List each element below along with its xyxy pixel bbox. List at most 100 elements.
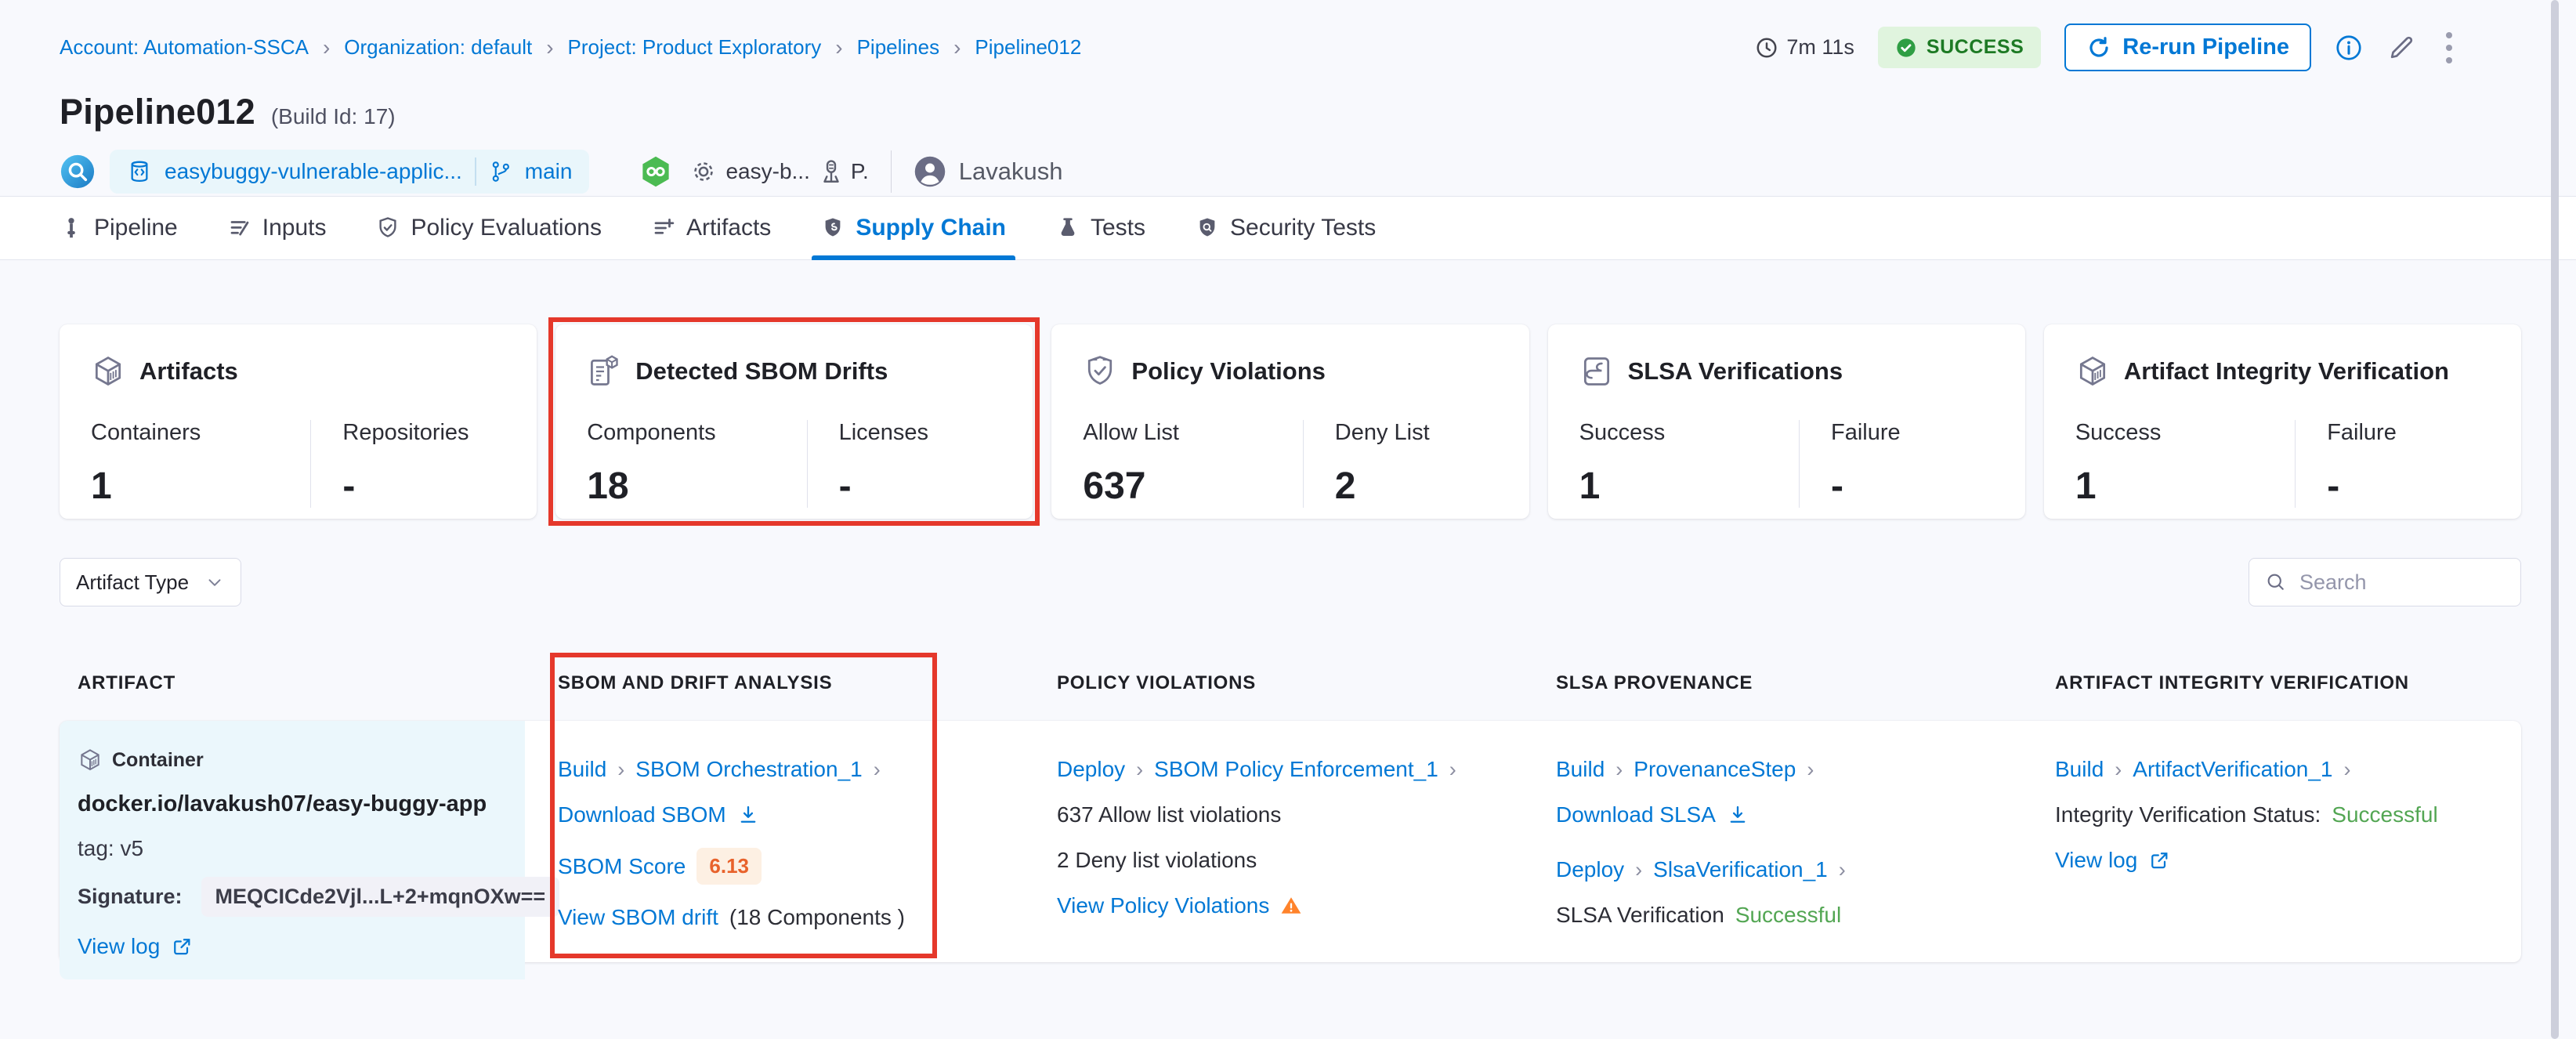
tab-inputs[interactable]: Inputs bbox=[228, 197, 327, 259]
pipeline-icon bbox=[60, 216, 83, 240]
git-branch-icon bbox=[489, 160, 512, 183]
filter-row: Artifact Type bbox=[60, 558, 2521, 606]
artifact-integrity-cell: Build ArtifactVerification_1 Integrity V… bbox=[2022, 721, 2521, 979]
card-title: Artifacts bbox=[139, 357, 238, 386]
search-input[interactable] bbox=[2298, 570, 2505, 596]
artifacts-list-icon bbox=[652, 216, 675, 240]
repo-pill[interactable]: easybuggy-vulnerable-applic... main bbox=[110, 150, 589, 194]
chevron-down-icon bbox=[204, 572, 225, 592]
stat-licenses: Licenses - bbox=[807, 420, 1010, 508]
harness-ci-icon bbox=[639, 154, 672, 189]
chevron-right-icon bbox=[2115, 757, 2122, 782]
chevron-right-icon bbox=[2344, 757, 2351, 782]
chevron-right-icon bbox=[323, 35, 330, 60]
trigger-initial: P. bbox=[851, 159, 869, 184]
column-sbom-drift: SBOM AND DRIFT ANALYSIS bbox=[525, 672, 1024, 694]
tab-bar: Pipeline Inputs Policy Evaluations Artif… bbox=[0, 196, 2576, 260]
chevron-right-icon bbox=[1615, 757, 1623, 782]
stage-link[interactable]: Deploy bbox=[1556, 857, 1624, 882]
sbom-score-link[interactable]: SBOM Score bbox=[558, 854, 686, 879]
artifact-cell: Container docker.io/lavakush07/easy-bugg… bbox=[60, 721, 525, 979]
stage-link[interactable]: Build bbox=[558, 757, 606, 782]
shield-check-icon bbox=[1083, 354, 1117, 389]
artifact-type-select[interactable]: Artifact Type bbox=[60, 558, 241, 606]
stat-label: Deny List bbox=[1335, 420, 1506, 446]
edit-pipeline-button[interactable] bbox=[2386, 33, 2416, 63]
card-title: SLSA Verifications bbox=[1628, 357, 1843, 386]
step-link[interactable]: SBOM Orchestration_1 bbox=[635, 757, 862, 782]
breadcrumb-pipeline012[interactable]: Pipeline012 bbox=[975, 35, 1081, 60]
card-title: Detected SBOM Drifts bbox=[635, 357, 888, 386]
chevron-right-icon bbox=[1449, 757, 1456, 782]
integrity-status: Successful bbox=[2332, 802, 2437, 827]
view-policy-violations-link[interactable]: View Policy Violations bbox=[1057, 893, 1269, 918]
stat-value: 18 bbox=[587, 465, 806, 508]
tab-label: Security Tests bbox=[1230, 215, 1376, 241]
shield-check-icon bbox=[376, 216, 400, 240]
stage-link[interactable]: Build bbox=[1556, 757, 1605, 782]
code-repo-provider-icon bbox=[60, 154, 96, 190]
stat-label: Success bbox=[1579, 420, 1799, 446]
stage-link[interactable]: Build bbox=[2055, 757, 2104, 782]
trigger-name[interactable]: easy-b... bbox=[725, 159, 809, 184]
view-log-link[interactable]: View log bbox=[2055, 848, 2137, 873]
cube-icon bbox=[78, 748, 103, 773]
stat-label: Repositories bbox=[342, 420, 513, 446]
tab-tests[interactable]: Tests bbox=[1056, 197, 1145, 259]
step-link[interactable]: ProvenanceStep bbox=[1634, 757, 1796, 782]
table-row: Container docker.io/lavakush07/easy-bugg… bbox=[60, 721, 2521, 962]
check-circle-icon bbox=[1895, 37, 1917, 59]
more-options-button[interactable] bbox=[2440, 29, 2458, 67]
card-title: Policy Violations bbox=[1131, 357, 1326, 386]
tab-label: Pipeline bbox=[94, 215, 178, 241]
rerun-pipeline-button[interactable]: Re-run Pipeline bbox=[2064, 24, 2311, 71]
tab-artifacts[interactable]: Artifacts bbox=[652, 197, 771, 259]
repository-icon bbox=[127, 159, 152, 184]
column-artifact: ARTIFACT bbox=[60, 672, 525, 694]
slsa-verification-label: SLSA Verification bbox=[1556, 903, 1724, 928]
pill-divider bbox=[475, 157, 476, 186]
tab-supply-chain[interactable]: Supply Chain bbox=[821, 197, 1006, 259]
page-title: Pipeline012 bbox=[60, 92, 255, 132]
view-log-link[interactable]: View log bbox=[78, 934, 160, 959]
artifact-type-label: Artifact Type bbox=[76, 570, 189, 595]
slsa-provenance-cell: Build ProvenanceStep Download SLSA Deplo… bbox=[1523, 721, 2022, 979]
sbom-drift-cell: Build SBOM Orchestration_1 Download SBOM… bbox=[525, 721, 1024, 979]
view-sbom-drift-link[interactable]: View SBOM drift bbox=[558, 905, 718, 930]
download-sbom-link[interactable]: Download SBOM bbox=[558, 802, 726, 827]
inputs-icon bbox=[228, 216, 251, 240]
step-link[interactable]: SBOM Policy Enforcement_1 bbox=[1154, 757, 1438, 782]
slsa-icon bbox=[1579, 354, 1614, 389]
supply-chain-page: Account: Automation-SSCA Organization: d… bbox=[0, 0, 2576, 1039]
artifact-image-name: docker.io/lavakush07/easy-buggy-app bbox=[78, 791, 525, 817]
stat-value: 1 bbox=[2075, 465, 2295, 508]
sbom-score-badge: 6.13 bbox=[696, 848, 762, 885]
run-meta: 7m 11s SUCCESS Re-run Pipeline bbox=[1755, 24, 2458, 71]
breadcrumb-account[interactable]: Account: Automation-SSCA bbox=[60, 35, 309, 60]
info-button[interactable] bbox=[2335, 34, 2363, 62]
step-link[interactable]: ArtifactVerification_1 bbox=[2133, 757, 2332, 782]
artifact-tag: tag: v5 bbox=[78, 836, 525, 861]
branch-name: main bbox=[525, 159, 573, 184]
stage-link[interactable]: Deploy bbox=[1057, 757, 1125, 782]
artifact-view-log: View log bbox=[78, 934, 525, 959]
pencil-icon bbox=[2386, 33, 2416, 63]
download-slsa-link[interactable]: Download SLSA bbox=[1556, 802, 1716, 827]
duration-text: 7m 11s bbox=[1786, 35, 1854, 60]
tab-security-tests[interactable]: Security Tests bbox=[1196, 197, 1376, 259]
breadcrumb-project[interactable]: Project: Product Exploratory bbox=[568, 35, 822, 60]
tab-label: Artifacts bbox=[686, 215, 771, 241]
step-link[interactable]: SlsaVerification_1 bbox=[1653, 857, 1828, 882]
delegate-icon bbox=[818, 158, 845, 185]
breadcrumb-organization[interactable]: Organization: default bbox=[344, 35, 532, 60]
build-id: (Build Id: 17) bbox=[271, 104, 396, 129]
signature-value[interactable]: MEQCICde2Vjl...L+2+mqnOXw== bbox=[201, 877, 560, 917]
tab-policy-evaluations[interactable]: Policy Evaluations bbox=[376, 197, 601, 259]
tab-pipeline[interactable]: Pipeline bbox=[60, 197, 178, 259]
breadcrumb-pipelines[interactable]: Pipelines bbox=[857, 35, 940, 60]
chevron-right-icon bbox=[1635, 857, 1642, 882]
stat-containers: Containers 1 bbox=[91, 420, 310, 508]
column-artifact-integrity: ARTIFACT INTEGRITY VERIFICATION bbox=[2022, 672, 2521, 694]
vertical-scrollbar[interactable] bbox=[2551, 0, 2559, 1039]
stat-components: Components 18 bbox=[587, 420, 806, 508]
